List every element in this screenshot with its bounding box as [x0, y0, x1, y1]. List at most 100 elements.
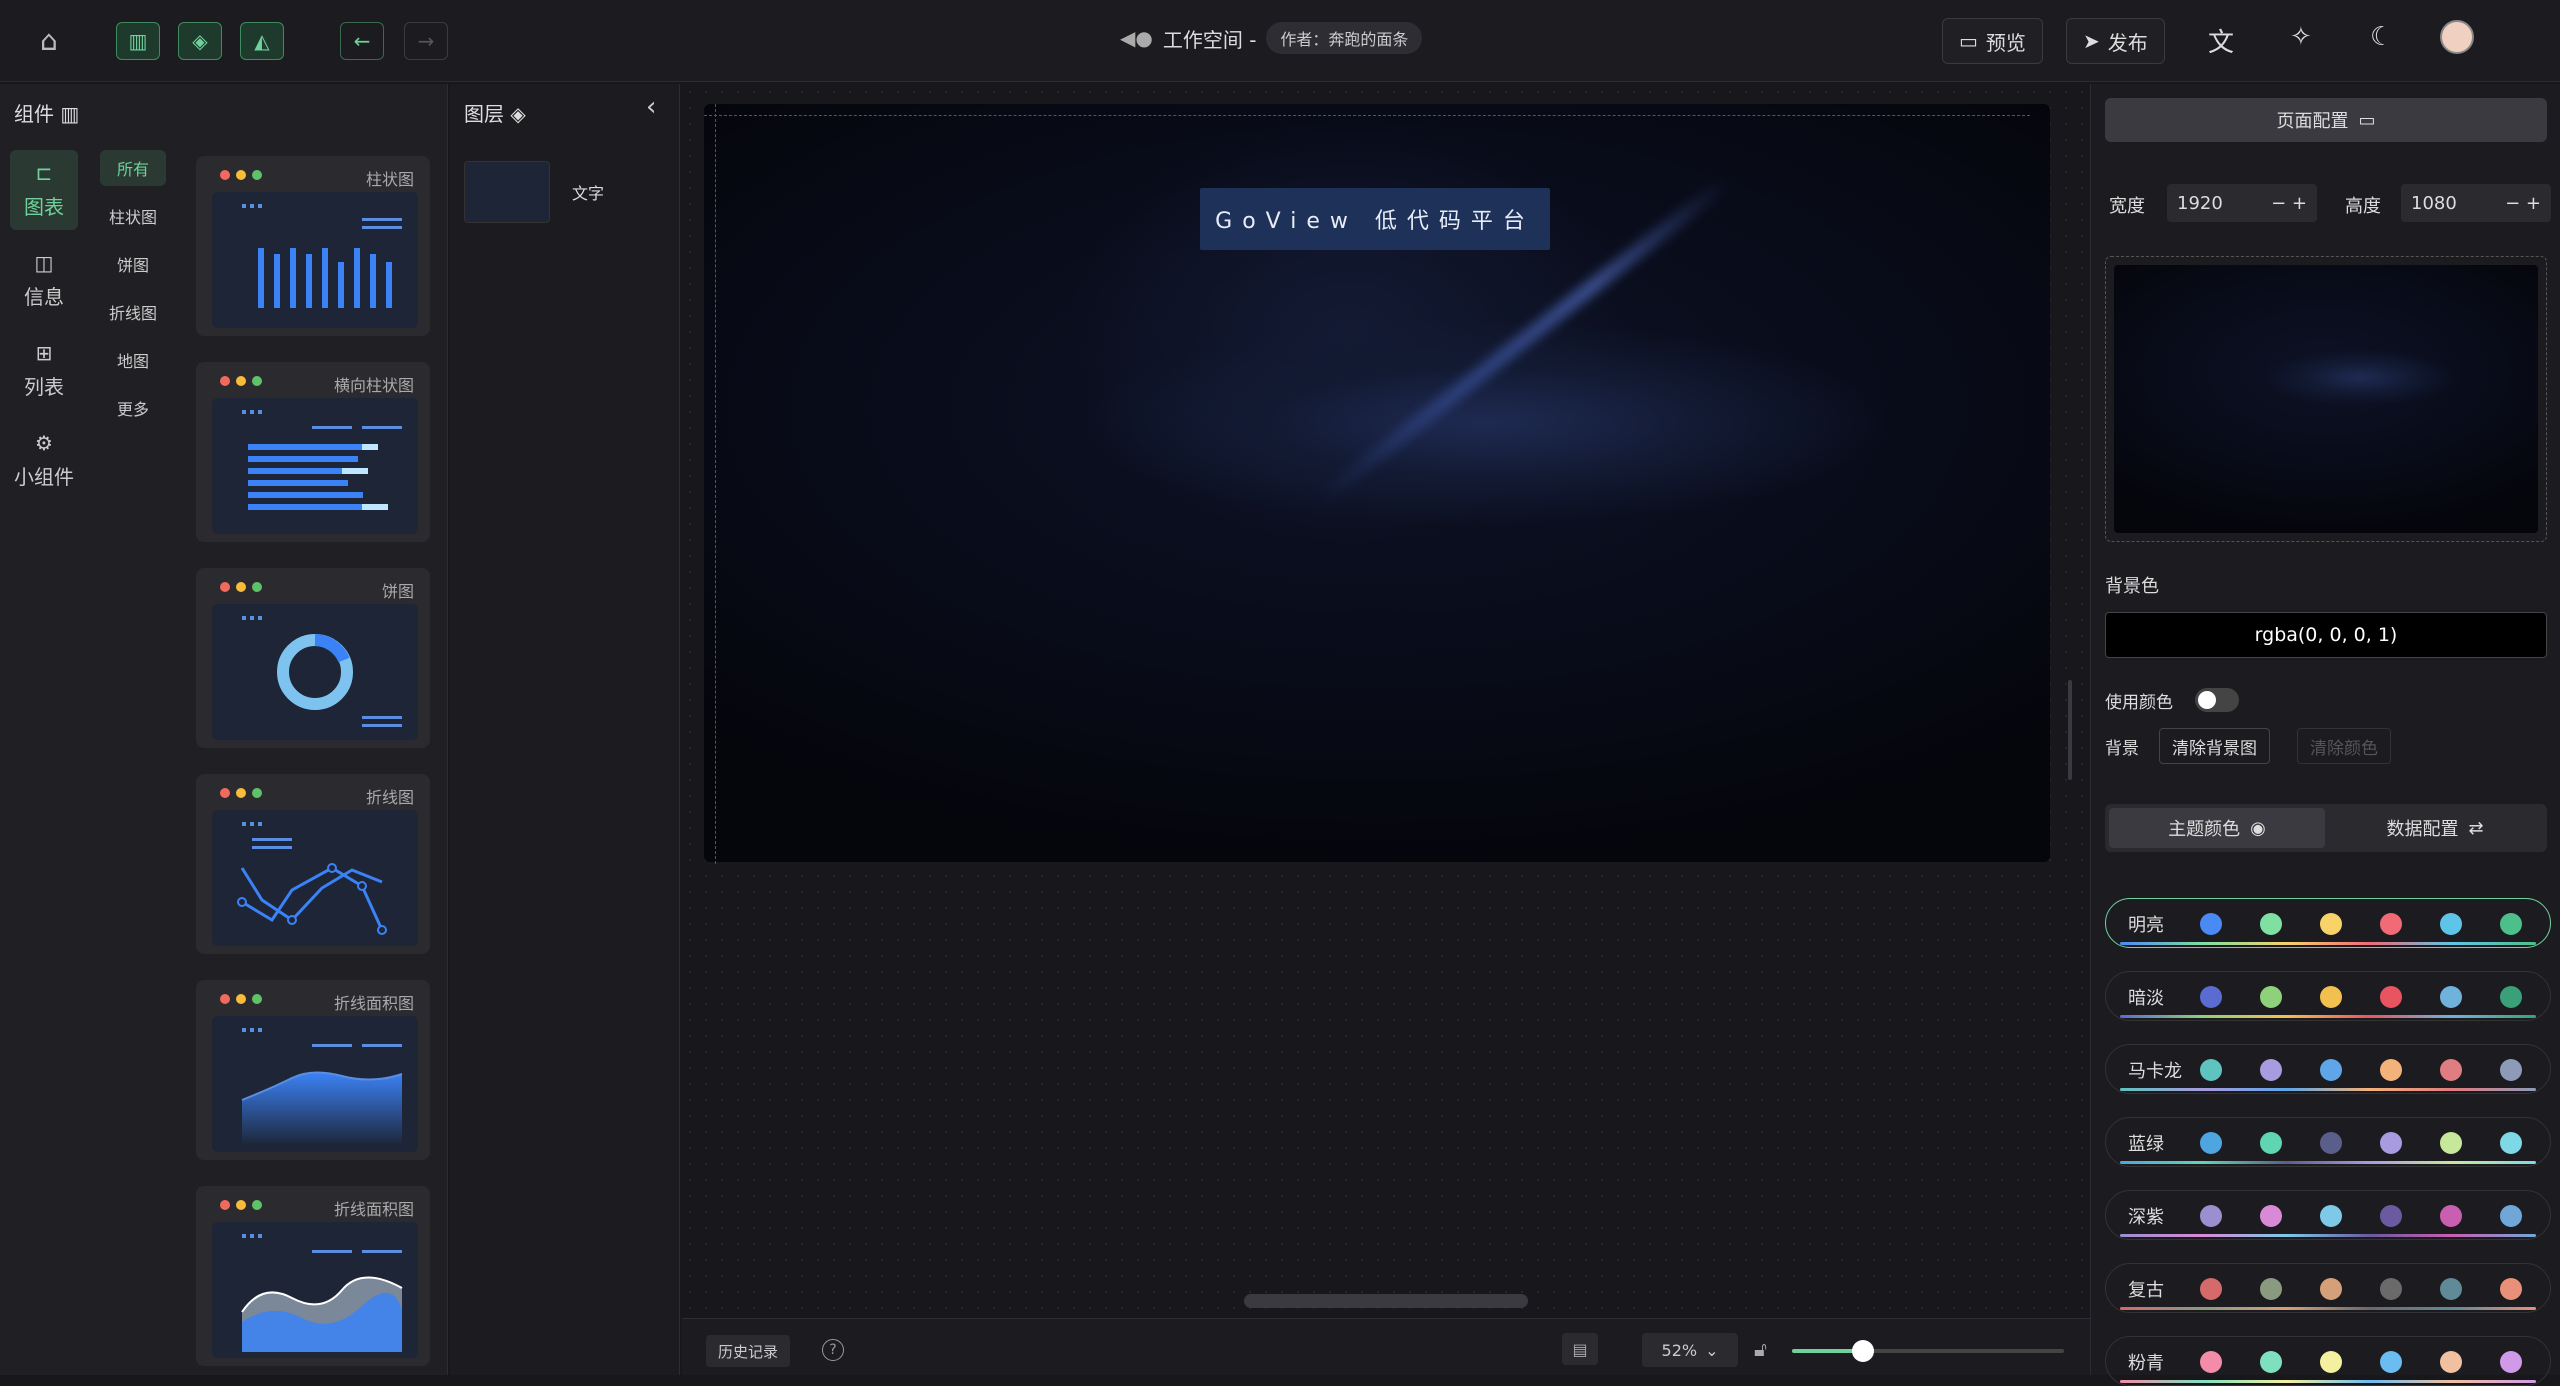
- collapse-chevron-icon[interactable]: ‹: [646, 92, 656, 122]
- height-label: 高度: [2345, 196, 2381, 217]
- clear-color-button[interactable]: 清除颜色: [2297, 728, 2391, 764]
- theme-color-swatch: [2500, 913, 2522, 935]
- history-button[interactable]: 历史记录: [706, 1335, 791, 1367]
- subcategory-pie[interactable]: 饼图: [100, 246, 166, 282]
- home-icon[interactable]: ⌂: [40, 24, 58, 57]
- category-chart[interactable]: ⊏ 图表: [10, 150, 78, 230]
- zoom-select[interactable]: 52% ⌄: [1642, 1333, 1738, 1367]
- theme-option[interactable]: 蓝绿: [2105, 1117, 2551, 1167]
- tab-theme-label: 主题颜色: [2168, 819, 2241, 840]
- use-color-toggle[interactable]: [2195, 688, 2239, 712]
- window-dots: [220, 788, 262, 798]
- stepper-icon[interactable]: − +: [2505, 193, 2541, 214]
- bg-label: 背景: [2105, 739, 2139, 759]
- theme-gradient-bar: [2120, 1161, 2536, 1164]
- translate-icon[interactable]: 文: [2208, 22, 2234, 59]
- theme-option[interactable]: 深紫: [2105, 1190, 2551, 1240]
- background-preview[interactable]: [2105, 256, 2547, 542]
- height-input[interactable]: 1080 − +: [2401, 184, 2551, 222]
- category-list[interactable]: ⊞ 列表: [10, 330, 78, 410]
- theme-option[interactable]: 复古: [2105, 1263, 2551, 1313]
- height-value: 1080: [2411, 192, 2457, 214]
- tab-theme-color[interactable]: 主题颜色 ◉: [2109, 808, 2325, 848]
- theme-gradient-bar: [2120, 942, 2536, 945]
- theme-color-swatch: [2320, 1351, 2342, 1373]
- bg-color-label: 背景色: [2105, 576, 2159, 597]
- card-title: 横向柱状图: [333, 376, 414, 395]
- bg-color-picker[interactable]: rgba(0, 0, 0, 1): [2105, 612, 2547, 658]
- layers-header: 图层 ◈: [464, 98, 526, 127]
- theme-gradient-bar: [2120, 1380, 2536, 1383]
- category-info[interactable]: ◫ 信息: [10, 240, 78, 320]
- magic-wand-icon[interactable]: ✧: [2290, 22, 2312, 52]
- component-card-area[interactable]: 折线面积图: [196, 980, 430, 1160]
- monitor-icon: ▭: [2358, 109, 2376, 131]
- tab-data-config[interactable]: 数据配置 ⇄: [2327, 808, 2543, 848]
- theme-color-swatch: [2380, 986, 2402, 1008]
- subcategory-bar[interactable]: 柱状图: [100, 198, 166, 234]
- subcategory-more[interactable]: 更多: [100, 390, 166, 426]
- theme-option[interactable]: 粉青: [2105, 1336, 2551, 1386]
- page-config-tab[interactable]: 页面配置 ▭: [2105, 98, 2547, 142]
- lock-icon[interactable]: 🔓︎: [1754, 1337, 1767, 1361]
- components-panel: 组件 ▥ ⊏ 图表 ◫ 信息 ⊞ 列表 ⚙ 小组件 所有 柱状图 饼图 折线图 地图 更…: [0, 84, 448, 1375]
- vertical-scrollbar[interactable]: [2068, 680, 2072, 780]
- text-component[interactable]: GoView 低代码平台: [1200, 188, 1550, 250]
- preview-button[interactable]: ▭ 预览: [1942, 18, 2043, 64]
- zoom-slider[interactable]: [1792, 1340, 2064, 1362]
- avatar[interactable]: [2440, 20, 2474, 54]
- theme-name: 深紫: [2128, 1207, 2164, 1228]
- stepper-icon[interactable]: − +: [2271, 193, 2307, 214]
- theme-color-swatch: [2500, 1205, 2522, 1227]
- theme-color-swatch: [2440, 1278, 2462, 1300]
- horizontal-scrollbar[interactable]: [1244, 1294, 1528, 1308]
- layer-item[interactable]: 文字: [464, 160, 664, 224]
- help-icon[interactable]: ?: [822, 1339, 844, 1361]
- component-card-area-2[interactable]: 折线面积图: [196, 1186, 430, 1366]
- redo-button[interactable]: →: [404, 22, 448, 60]
- layers-icon: ◈: [510, 102, 526, 126]
- zoom-slider-knob[interactable]: [1851, 1340, 1874, 1362]
- layers-icon: ◈: [192, 29, 208, 53]
- theme-color-swatch: [2260, 1205, 2282, 1227]
- design-canvas[interactable]: GoView 低代码平台: [704, 104, 2050, 862]
- config-tabs: 主题颜色 ◉ 数据配置 ⇄: [2105, 804, 2547, 852]
- theme-color-swatch: [2320, 1205, 2342, 1227]
- window-dots: [220, 170, 262, 180]
- component-card-horizontal-bar[interactable]: 横向柱状图: [196, 362, 430, 542]
- theme-color-swatch: [2260, 1351, 2282, 1373]
- author-badge[interactable]: 作者：奔跑的面条: [1266, 22, 1423, 54]
- category-widget[interactable]: ⚙ 小组件: [10, 420, 78, 500]
- publish-button[interactable]: ➤ 发布: [2066, 18, 2165, 64]
- component-card-bar[interactable]: 柱状图: [196, 156, 430, 336]
- toggle-details-button[interactable]: ◭: [240, 22, 284, 60]
- line-chart-thumbnail: [212, 810, 418, 946]
- toggle-layers-button[interactable]: ◈: [178, 22, 222, 60]
- canvas-stage[interactable]: GoView 低代码平台: [682, 84, 2090, 1318]
- width-input[interactable]: 1920 − +: [2167, 184, 2317, 222]
- theme-option[interactable]: 暗淡: [2105, 971, 2551, 1021]
- horizontal-bar-thumbnail: [212, 398, 418, 534]
- minimap-toggle-icon[interactable]: ▤: [1562, 1333, 1598, 1365]
- theme-name: 明亮: [2128, 915, 2164, 936]
- component-card-line[interactable]: 折线图: [196, 774, 430, 954]
- width-value: 1920: [2177, 192, 2223, 214]
- theme-color-swatch: [2320, 913, 2342, 935]
- subcategory-map[interactable]: 地图: [100, 342, 166, 378]
- theme-gradient-bar: [2120, 1088, 2536, 1091]
- subcategory-line[interactable]: 折线图: [100, 294, 166, 330]
- theme-color-swatch: [2200, 1205, 2222, 1227]
- page-config-label: 页面配置: [2276, 111, 2349, 132]
- theme-color-swatch: [2500, 986, 2522, 1008]
- component-card-pie[interactable]: 饼图: [196, 568, 430, 748]
- card-title: 饼图: [381, 582, 414, 601]
- toggle-charts-button[interactable]: ▥: [116, 22, 160, 60]
- palette-icon: ◉: [2250, 817, 2266, 839]
- theme-option[interactable]: 马卡龙: [2105, 1044, 2551, 1094]
- layers-panel: 图层 ◈ ‹ 文字: [450, 84, 680, 1375]
- moon-icon[interactable]: ☾: [2370, 22, 2393, 52]
- theme-option[interactable]: 明亮: [2105, 898, 2551, 948]
- subcategory-all[interactable]: 所有: [100, 150, 166, 186]
- clear-bg-image-button[interactable]: 清除背景图: [2159, 728, 2270, 764]
- undo-button[interactable]: ←: [340, 22, 384, 60]
